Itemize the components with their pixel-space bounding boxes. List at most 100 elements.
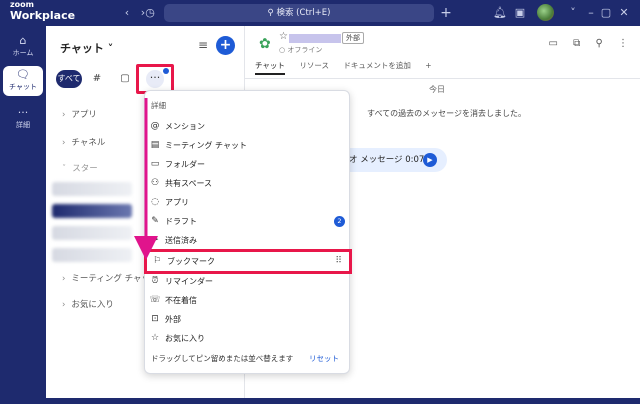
conversation-tabs: チャット リソース ドキュメントを追加 + xyxy=(255,60,444,76)
chevron-right-icon: › xyxy=(62,300,66,310)
logo-line2: Workplace xyxy=(10,9,76,22)
blurred-chat-row[interactable] xyxy=(52,226,132,240)
app-icon: ◌ xyxy=(151,197,159,207)
voice-message-label: オ メッセージ 0:07 xyxy=(349,155,425,165)
chat-icon: 🗨︎ xyxy=(16,68,30,81)
more-filters-button[interactable]: ··· xyxy=(146,70,164,88)
cleared-notice: すべての過去のメッセージを消去しました。 xyxy=(367,109,526,118)
missed-call-icon: ☏ xyxy=(149,295,161,305)
rail-item-more[interactable]: ··· 詳細 xyxy=(3,104,43,134)
menu-footer-hint: ドラッグしてピン留めまたは並べ替えます xyxy=(151,354,294,363)
section-favorites[interactable]: › お気に入り xyxy=(62,298,114,310)
menu-item-label: 共有スペース xyxy=(165,179,213,188)
star-icon[interactable]: ☆ xyxy=(279,31,288,42)
section-starred[interactable]: ˅ スター xyxy=(62,162,98,174)
menu-item-label: フォルダー xyxy=(165,160,205,169)
blurred-chat-row[interactable] xyxy=(52,248,132,262)
search-bar[interactable]: ⚲ 検索 (Ctrl+E) xyxy=(164,4,434,22)
contact-avatar-icon: ✿ xyxy=(259,36,271,52)
tab-add-document[interactable]: ドキュメントを追加 xyxy=(343,60,411,71)
filter-icon[interactable]: ≡ xyxy=(198,38,208,52)
menu-item-bookmarks[interactable]: ⚐ ブックマーク ⠿ xyxy=(144,249,352,274)
history-icon[interactable]: ◷ xyxy=(141,4,159,22)
chevron-right-icon: › xyxy=(62,110,66,120)
calendar-icon: ▤ xyxy=(150,140,160,150)
external-icon: ⊡ xyxy=(151,314,159,324)
close-icon[interactable]: ✕ xyxy=(615,4,633,22)
menu-item-mentions[interactable]: @ メンション xyxy=(145,117,351,136)
chevron-right-icon: › xyxy=(62,138,66,148)
menu-item-label: メンション xyxy=(165,122,205,131)
at-icon: @ xyxy=(150,121,160,131)
menu-item-label: ミーティング チャット xyxy=(165,141,247,150)
avatar[interactable] xyxy=(537,4,554,21)
home-icon: ⌂ xyxy=(19,34,27,47)
search-icon[interactable]: ⚲ xyxy=(595,38,602,49)
rail-item-home[interactable]: ⌂ ホーム xyxy=(3,32,43,62)
menu-item-external[interactable]: ⊡ 外部 xyxy=(145,310,351,329)
filter-all-chip[interactable]: すべて xyxy=(56,70,82,88)
play-icon[interactable]: ▶ xyxy=(423,153,437,167)
sent-icon: ➤ xyxy=(151,235,159,245)
search-placeholder: 検索 (Ctrl+E) xyxy=(276,8,331,18)
menu-item-sent[interactable]: ➤ 送信済み xyxy=(145,231,351,250)
more-icon: ··· xyxy=(17,106,29,119)
menu-item-shared-spaces[interactable]: ⚇ 共有スペース xyxy=(145,174,351,193)
share-icon[interactable]: ⧉ xyxy=(573,38,580,49)
menu-item-label: ブックマーク xyxy=(167,257,215,266)
menu-item-label: 不在着信 xyxy=(165,296,197,305)
menu-item-label: リマインダー xyxy=(165,277,213,286)
menu-item-favorites[interactable]: ☆ お気に入り xyxy=(145,329,351,348)
tab-resources[interactable]: リソース xyxy=(299,60,329,71)
menu-item-folders[interactable]: ▭ フォルダー xyxy=(145,155,351,174)
rail-item-label: 詳細 xyxy=(16,121,30,129)
chat-chip-icon[interactable]: ▢ xyxy=(116,70,134,88)
menu-item-meeting-chat[interactable]: ▤ ミーティング チャット xyxy=(145,136,351,155)
reset-link[interactable]: リセット xyxy=(309,353,339,364)
add-icon[interactable]: + xyxy=(437,4,455,22)
rail-item-label: チャット xyxy=(9,83,37,91)
voice-message[interactable]: オ メッセージ 0:07 ▶ xyxy=(339,148,447,172)
section-channels[interactable]: › チャネル xyxy=(62,136,105,148)
more-filters-menu: 詳細 @ メンション ▤ ミーティング チャット ▭ フォルダー ⚇ 共有スペース ◌ ア… xyxy=(144,90,352,374)
logo-line1: zoom xyxy=(10,0,34,9)
menu-item-label: 送信済み xyxy=(165,236,197,245)
favorite-icon: ☆ xyxy=(150,333,160,343)
conversation-toolbar: ▭ ⧉ ⚲ ⋮ xyxy=(537,38,628,49)
menu-item-label: 外部 xyxy=(165,315,181,324)
external-badge: 外部 xyxy=(342,32,364,44)
more-icon[interactable]: ⋮ xyxy=(618,38,628,49)
menu-chevron-icon[interactable]: ˅ xyxy=(564,4,582,22)
shared-space-icon: ⚇ xyxy=(150,178,160,188)
contact-name-redacted xyxy=(289,34,341,43)
tab-add[interactable]: + xyxy=(425,61,431,70)
bell-icon[interactable]: 🔔︎ xyxy=(491,4,509,22)
divider xyxy=(245,78,640,79)
blurred-chat-row-selected[interactable] xyxy=(52,204,132,218)
apps-icon[interactable]: ▣ xyxy=(511,4,529,22)
maximize-icon[interactable]: ▢ xyxy=(597,4,615,22)
video-icon[interactable]: ▭ xyxy=(549,38,558,49)
menu-item-missed-calls[interactable]: ☏ 不在着信 xyxy=(145,291,351,310)
panel-title[interactable]: チャット ˅ xyxy=(60,40,113,56)
chevron-right-icon: › xyxy=(62,274,66,284)
channels-chip[interactable]: # xyxy=(88,70,106,88)
section-label: お気に入り xyxy=(71,300,114,310)
menu-item-apps[interactable]: ◌ アプリ xyxy=(145,193,351,212)
section-label: スター xyxy=(72,164,98,174)
section-label: アプリ xyxy=(71,110,97,120)
menu-item-reminders[interactable]: ⏰︎ リマインダー xyxy=(145,272,351,291)
app-logo: zoom Workplace xyxy=(10,0,76,22)
new-chat-button[interactable]: + xyxy=(216,36,235,55)
title-bar: zoom Workplace ‹ › ◷ ⚲ 検索 (Ctrl+E) + 🔔︎ … xyxy=(0,0,640,26)
section-apps[interactable]: › アプリ xyxy=(62,108,97,120)
folder-icon: ▭ xyxy=(150,159,160,169)
left-rail: ⌂ ホーム 🗨︎ チャット ··· 詳細 xyxy=(0,26,46,404)
drag-handle-icon[interactable]: ⠿ xyxy=(335,252,342,271)
menu-header: 詳細 xyxy=(151,101,166,110)
tab-chat[interactable]: チャット xyxy=(255,60,285,75)
menu-item-drafts[interactable]: ✎ ドラフト 2 xyxy=(145,212,351,231)
blurred-chat-row[interactable] xyxy=(52,182,132,196)
rail-item-chat[interactable]: 🗨︎ チャット xyxy=(3,66,43,96)
bookmark-icon: ⚐ xyxy=(152,256,162,266)
